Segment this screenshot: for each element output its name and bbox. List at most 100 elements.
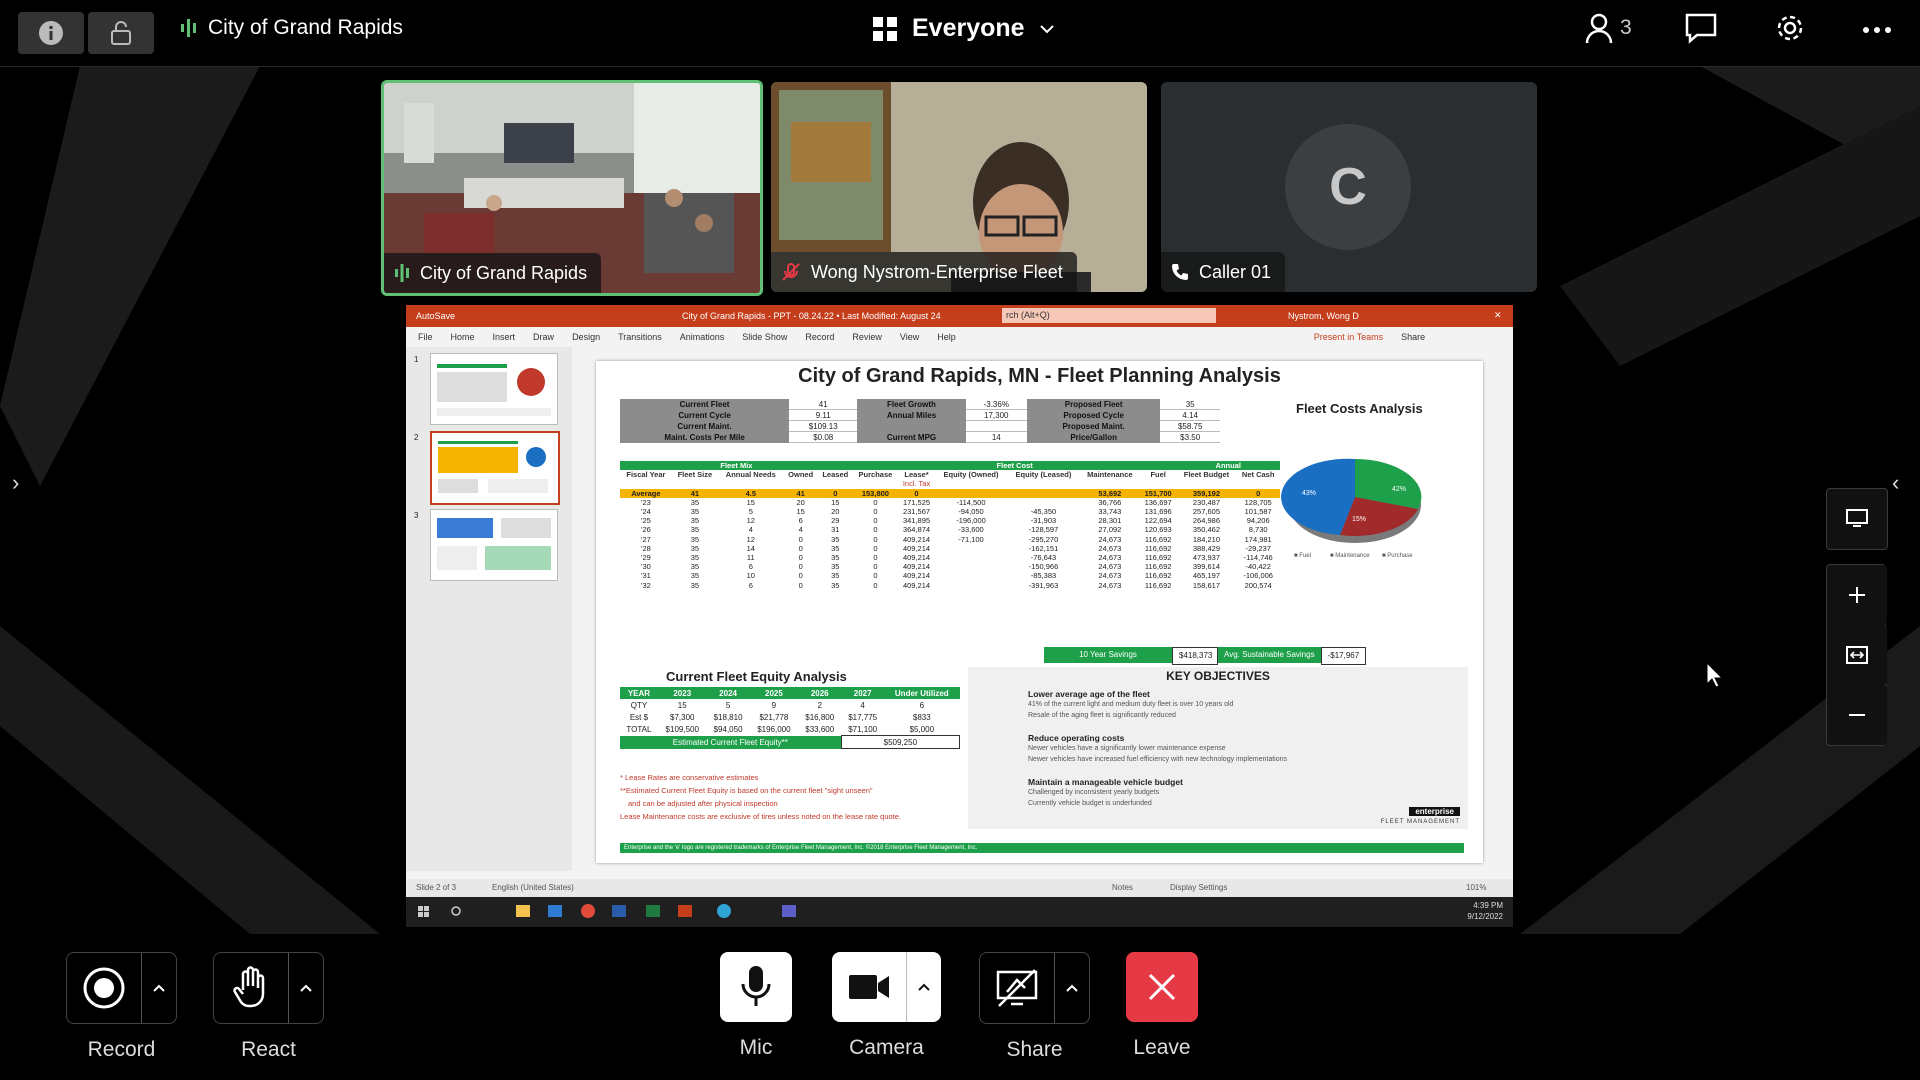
chevron-left-icon[interactable]: ‹ (1892, 470, 1899, 496)
equity-total-label: Estimated Current Fleet Equity** (620, 735, 842, 749)
camera-button[interactable] (832, 952, 906, 1022)
table-cell: '32 (641, 580, 651, 590)
window-title: City of Grand Rapids - PPT - 08.24.22 • … (682, 311, 941, 321)
leave-button[interactable] (1126, 952, 1198, 1022)
settings-button[interactable] (1774, 12, 1806, 44)
table-cell: 122,694 (1144, 516, 1172, 526)
table-row: '30 35 6 0 35 0 409,214 -150,966 24,673 116,692 39… (620, 562, 1280, 571)
more-options-button[interactable] (1862, 26, 1892, 34)
ppt-status-bar: Slide 2 of 3 English (United States) Not… (406, 879, 1513, 897)
table-cell: 15 (796, 507, 805, 517)
chat-button[interactable] (1684, 12, 1718, 44)
chevron-right-icon[interactable]: › (12, 470, 19, 496)
stop-share-icon (996, 969, 1038, 1007)
footnote: Lease Maintenance costs are exclusive of… (620, 812, 902, 821)
share-label: Share (1401, 332, 1426, 342)
table-cell: 409,214 (902, 543, 931, 553)
react-control: React (213, 952, 324, 1062)
table-cell: -45,350 (1030, 507, 1057, 517)
table-cell: 136,697 (1144, 497, 1172, 507)
table-cell: 9 (771, 700, 777, 710)
react-button[interactable] (214, 953, 288, 1023)
table-cell: 116,692 (1144, 562, 1172, 572)
slide-number: 3 (414, 511, 419, 520)
fit-to-window-button[interactable] (1827, 625, 1887, 685)
meeting-info-button[interactable] (18, 12, 84, 54)
menu-item: Home (450, 332, 475, 342)
objective-heading: Lower average age of the fleet (1028, 689, 1150, 699)
table-cell: 0 (873, 525, 878, 535)
mic-button[interactable] (720, 952, 792, 1022)
table-cell: 20 (796, 497, 805, 507)
share-control: Share (979, 952, 1090, 1062)
leave-main[interactable] (1126, 952, 1198, 1022)
kv-label: Maint. Costs Per Mile (620, 431, 790, 443)
menu-item: Slide Show (742, 332, 788, 342)
record-button[interactable] (67, 953, 141, 1023)
lock-meeting-button[interactable] (88, 12, 154, 54)
table-cell: TOTAL (626, 724, 652, 734)
video-tile-caller[interactable]: C Caller 01 (1161, 82, 1537, 292)
video-tile-wong[interactable]: Wong Nystrom-Enterprise Fleet (771, 82, 1147, 292)
mic-label: Mic (739, 1036, 773, 1059)
column-header: Equity (Leased) (1015, 470, 1072, 480)
display-settings-label: Display Settings (1170, 883, 1228, 892)
camera-control: Camera (832, 952, 941, 1060)
close-icon (1148, 973, 1176, 1001)
camera-options-button[interactable] (906, 952, 941, 1022)
table-cell: -162,151 (1028, 543, 1059, 553)
avg-savings-value: -$17,967 (1320, 647, 1367, 665)
kv-value: $3.50 (1160, 431, 1220, 443)
legend-item: ■ Maintenance (1330, 553, 1370, 559)
video-tile-room[interactable]: City of Grand Rapids (381, 80, 763, 296)
table-cell (935, 544, 1007, 553)
monitor-icon (1846, 509, 1868, 527)
share-button[interactable] (980, 953, 1054, 1023)
present-in-teams: Present in Teams (1313, 332, 1384, 342)
table-cell: 2 (817, 700, 822, 710)
footnote: **Estimated Current Fleet Equity is base… (620, 786, 873, 795)
pie-slice-purchase (1281, 458, 1355, 535)
table-row: '25 35 12 6 29 0 341,895 -196,000 -31,903 28,301 1… (620, 516, 1280, 525)
avatar: C (1285, 124, 1411, 250)
column-header: 2023 (657, 687, 707, 699)
table-cell: 24,673 (1098, 562, 1122, 572)
table-cell: 116,692 (1144, 571, 1172, 581)
kv-value: $58.75 (1160, 420, 1220, 432)
table-cell: 24,673 (1098, 571, 1122, 581)
table-cell: 35 (690, 525, 700, 535)
slide-canvas: City of Grand Rapids, MN - Fleet Plannin… (596, 361, 1483, 863)
table-cell: 41 (783, 488, 818, 498)
kv-value (965, 420, 1027, 432)
close-icon: ✕ (1494, 310, 1502, 320)
table-cell: 35 (831, 562, 840, 572)
table-cell: 35 (690, 562, 700, 572)
record-options-button[interactable] (141, 953, 176, 1023)
react-options-button[interactable] (288, 953, 323, 1023)
zoom-in-button[interactable] (1827, 565, 1887, 625)
group-header: Fleet Cost (852, 461, 1177, 471)
footnote: and can be adjusted after physical inspe… (628, 799, 778, 808)
table-cell: 41 (671, 488, 718, 498)
table-cell: 29 (831, 516, 840, 526)
slide-thumbnails: 1 2 3 (406, 347, 572, 871)
tile-label: Wong Nystrom-Enterprise Fleet (771, 252, 1077, 292)
mic-main[interactable] (720, 952, 792, 1022)
zoom-out-button[interactable] (1827, 685, 1887, 745)
pop-out-button[interactable] (1826, 488, 1888, 550)
participant-count: 3 (1620, 16, 1632, 39)
column-header: Net Cash (1241, 470, 1275, 480)
equity-total-value: $509,250 (840, 735, 961, 749)
table-cell: 409,214 (902, 562, 931, 572)
table-cell: $109,500 (665, 724, 699, 734)
table-cell: 0 (1236, 488, 1280, 498)
participants-button[interactable]: 3 (1584, 12, 1632, 44)
plus-icon (1849, 587, 1865, 603)
zoom-controls (1826, 564, 1887, 746)
table-cell: $18,810 (713, 712, 743, 722)
slide-footer: Enterprise and the 'e' logo are register… (620, 843, 1464, 853)
share-options-button[interactable] (1054, 953, 1089, 1023)
column-header: Fleet Budget (1183, 470, 1230, 480)
view-selector[interactable]: Everyone (872, 14, 1055, 43)
menu-item: Draw (533, 332, 555, 342)
